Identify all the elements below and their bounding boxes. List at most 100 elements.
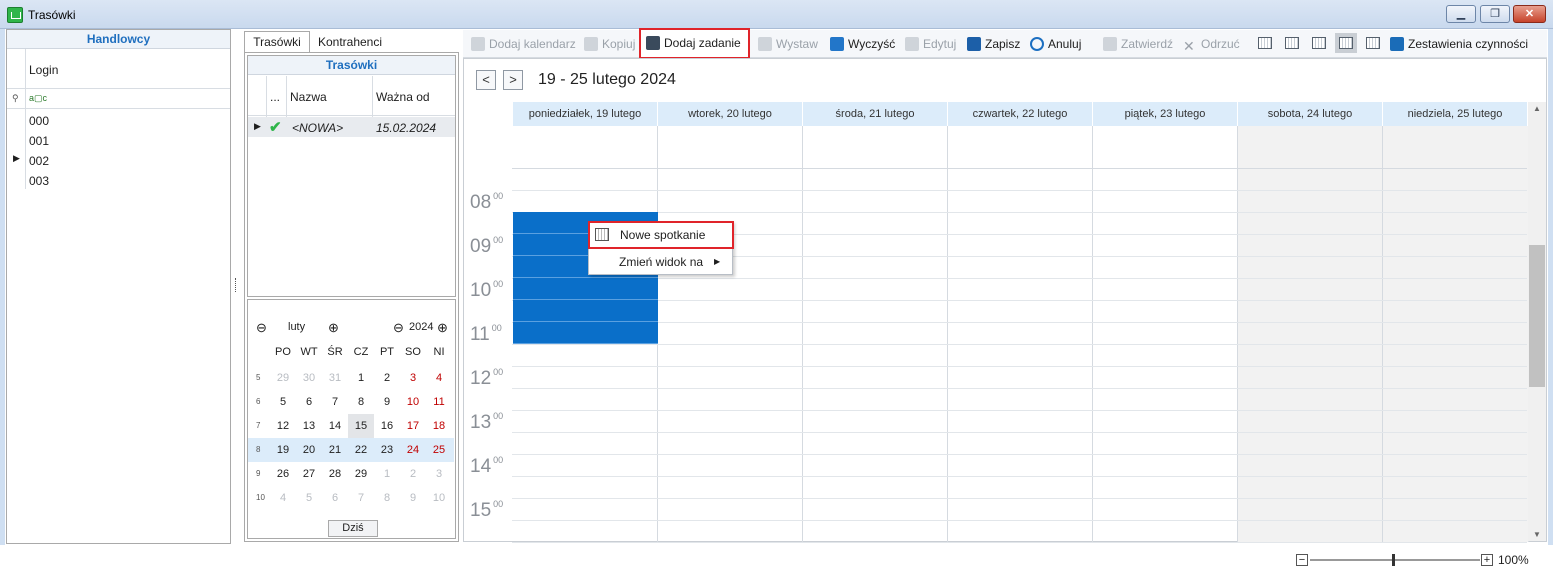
edit-button[interactable]: Edytuj (905, 33, 956, 55)
prev-year-icon[interactable]: ⊖ (393, 320, 404, 336)
copy-button[interactable]: Kopiuj (584, 33, 635, 55)
zoom-slider[interactable] (1310, 559, 1480, 561)
reject-button[interactable]: ✕ Odrzuć (1183, 33, 1240, 55)
cancel-button[interactable]: Anuluj (1030, 33, 1081, 55)
mini-calendar-day[interactable]: 31 (322, 366, 348, 390)
table-row[interactable]: ▶ ✔ <NOWA> 15.02.2024 (248, 117, 455, 137)
prev-month-icon[interactable]: ⊖ (256, 320, 267, 336)
scroll-thumb[interactable] (1529, 245, 1545, 387)
day-column[interactable] (1383, 126, 1529, 542)
mini-calendar-day[interactable]: 6 (296, 390, 322, 414)
issue-button[interactable]: Wystaw (758, 33, 818, 55)
vertical-scrollbar[interactable]: ▲ ▼ (1528, 102, 1546, 541)
summary-button[interactable]: Zestawienia czynności (1390, 33, 1528, 55)
approve-button[interactable]: Zatwierdź (1103, 33, 1173, 55)
mini-calendar-day[interactable]: 11 (426, 390, 452, 414)
day-column[interactable] (1238, 126, 1383, 542)
close-button[interactable]: ✕ (1513, 5, 1546, 23)
filter-row[interactable]: ⚲ a▢c (7, 90, 230, 109)
day-header[interactable]: czwartek, 22 lutego (948, 102, 1093, 126)
mini-calendar-day[interactable]: 15 (348, 414, 374, 438)
day-header[interactable]: niedziela, 25 lutego (1383, 102, 1528, 126)
mini-calendar-day[interactable]: 27 (296, 462, 322, 486)
prev-week-button[interactable]: < (476, 70, 496, 90)
change-view-menu-item[interactable]: Zmień widok na ▶ (589, 250, 732, 274)
day-column[interactable] (1093, 126, 1238, 542)
day-header[interactable]: środa, 21 lutego (803, 102, 948, 126)
day-column[interactable] (658, 126, 803, 542)
day-header[interactable]: wtorek, 20 lutego (658, 102, 803, 126)
mini-calendar-day[interactable]: 2 (400, 462, 426, 486)
mini-calendar-day[interactable]: 19 (270, 438, 296, 462)
mini-calendar-day[interactable]: 22 (348, 438, 374, 462)
list-item[interactable]: 000 (7, 110, 230, 130)
mini-calendar-day[interactable]: 1 (348, 366, 374, 390)
clear-button[interactable]: Wyczyść (830, 33, 895, 55)
mini-calendar-day[interactable]: 8 (348, 390, 374, 414)
time-slot-selected[interactable] (513, 300, 658, 322)
next-week-button[interactable]: > (503, 70, 523, 90)
mini-calendar-day[interactable]: 30 (296, 366, 322, 390)
mini-calendar-day[interactable]: 25 (426, 438, 452, 462)
mini-calendar-day[interactable]: 4 (426, 366, 452, 390)
day-column[interactable] (948, 126, 1093, 542)
mini-calendar-day[interactable]: 29 (270, 366, 296, 390)
mini-calendar-day[interactable]: 5 (270, 390, 296, 414)
mini-calendar-day[interactable]: 24 (400, 438, 426, 462)
splitter-handle[interactable] (235, 278, 238, 292)
mini-calendar-day[interactable]: 10 (400, 390, 426, 414)
day-header[interactable]: piątek, 23 lutego (1093, 102, 1238, 126)
full-week-view-icon[interactable] (1335, 33, 1357, 53)
routes-column-header[interactable]: ... Nazwa Ważna od (248, 76, 455, 116)
tab-trasowki[interactable]: Trasówki (244, 31, 310, 53)
mini-calendar-day[interactable]: 21 (322, 438, 348, 462)
week-view-icon[interactable] (1312, 37, 1326, 49)
zoom-out-button[interactable]: − (1296, 554, 1308, 566)
month-view-icon[interactable] (1366, 37, 1380, 49)
mini-calendar-day[interactable]: 20 (296, 438, 322, 462)
mini-calendar-day[interactable]: 17 (400, 414, 426, 438)
mini-calendar-day[interactable]: 28 (322, 462, 348, 486)
mini-calendar-day[interactable]: 3 (426, 462, 452, 486)
new-meeting-menu-item[interactable]: Nowe spotkanie (588, 221, 734, 249)
mini-calendar-day[interactable]: 5 (296, 486, 322, 510)
mini-calendar-day[interactable]: 16 (374, 414, 400, 438)
mini-calendar-day[interactable]: 7 (348, 486, 374, 510)
minimize-button[interactable]: ▁ (1446, 5, 1476, 23)
list-item[interactable]: 003 (7, 170, 230, 190)
save-button[interactable]: Zapisz (967, 33, 1020, 55)
mini-calendar-day[interactable]: 1 (374, 462, 400, 486)
next-month-icon[interactable]: ⊕ (328, 320, 339, 336)
add-calendar-button[interactable]: Dodaj kalendarz (471, 33, 576, 55)
day-view-icon[interactable] (1258, 37, 1272, 49)
time-slot-selected[interactable] (513, 278, 658, 300)
list-item[interactable]: 001 (7, 130, 230, 150)
mini-calendar-day[interactable]: 7 (322, 390, 348, 414)
zoom-in-button[interactable]: + (1481, 554, 1493, 566)
mini-calendar-day[interactable]: 29 (348, 462, 374, 486)
mini-calendar-day[interactable]: 6 (322, 486, 348, 510)
mini-calendar-day[interactable]: 3 (400, 366, 426, 390)
next-year-icon[interactable]: ⊕ (437, 320, 448, 336)
mini-calendar-day[interactable]: 8 (374, 486, 400, 510)
mini-calendar-day[interactable]: 12 (270, 414, 296, 438)
today-button[interactable]: Dziś (328, 520, 378, 537)
list-item[interactable]: ▶ 002 (7, 150, 230, 170)
mini-calendar-day[interactable]: 13 (296, 414, 322, 438)
day-column[interactable] (803, 126, 948, 542)
salesmen-column-header[interactable]: Login (7, 49, 230, 89)
mini-calendar-day[interactable]: 4 (270, 486, 296, 510)
mini-calendar-day[interactable]: 18 (426, 414, 452, 438)
mini-calendar-day[interactable]: 9 (374, 390, 400, 414)
restore-button[interactable]: ❐ (1480, 5, 1510, 23)
mini-calendar-day[interactable]: 14 (322, 414, 348, 438)
time-slot-selected[interactable] (513, 322, 658, 344)
scroll-down-icon[interactable]: ▼ (1533, 530, 1541, 539)
mini-calendar-day[interactable]: 26 (270, 462, 296, 486)
scroll-up-icon[interactable]: ▲ (1533, 104, 1541, 113)
tab-kontrahenci[interactable]: Kontrahenci (310, 33, 390, 52)
mini-calendar-day[interactable]: 10 (426, 486, 452, 510)
add-task-button[interactable]: Dodaj zadanie (639, 28, 750, 59)
mini-calendar-day[interactable]: 9 (400, 486, 426, 510)
zoom-slider-thumb[interactable] (1392, 554, 1395, 566)
